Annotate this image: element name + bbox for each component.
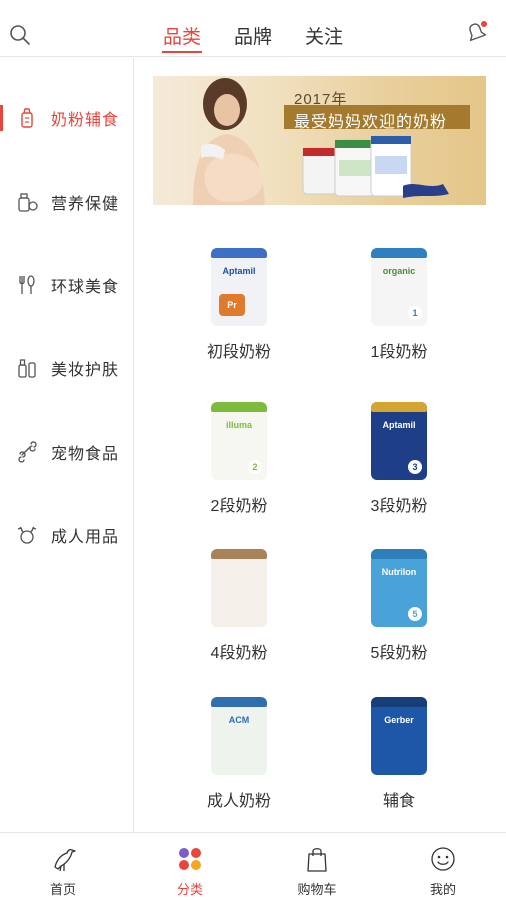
smiley-icon <box>431 847 455 871</box>
active-tab-indicator <box>162 51 202 53</box>
product-item[interactable]: Aptamil Pr 初段奶粉 <box>179 248 299 388</box>
product-item[interactable]: Nutrilon 5 5段奶粉 <box>339 549 459 689</box>
product-item[interactable]: 4段奶粉 <box>179 549 299 689</box>
product-brand: Nutrilon <box>381 567 417 577</box>
sidebar-item-label: 成人用品 <box>51 529 120 546</box>
sidebar-item-adult[interactable]: 成人用品 <box>0 510 133 560</box>
sidebar-item-label: 奶粉辅食 <box>51 112 120 129</box>
stage-badge: 1 <box>408 306 422 320</box>
product-brand: ACM <box>228 715 250 725</box>
category-dots-icon <box>179 848 201 870</box>
sidebar-item-label: 宠物食品 <box>51 446 120 463</box>
product-name: 2段奶粉 <box>210 498 268 515</box>
sidebar-item-label: 环球美食 <box>51 279 120 296</box>
sidebar-item-global-food[interactable]: 环球美食 <box>0 260 133 310</box>
product-name: 4段奶粉 <box>210 645 268 662</box>
fork-spoon-icon <box>19 275 35 294</box>
product-image: Gerber <box>371 697 427 775</box>
sidebar-item-milk-powder[interactable]: 奶粉辅食 <box>0 93 133 143</box>
supplement-icon <box>18 193 38 212</box>
product-name: 成人奶粉 <box>206 793 271 810</box>
banner-year: 2017年 <box>294 91 348 108</box>
tab-brand[interactable]: 品牌 <box>234 22 272 49</box>
product-name: 辅食 <box>382 793 415 810</box>
product-item[interactable]: Aptamil 3 3段奶粉 <box>339 402 459 542</box>
product-image <box>211 549 267 627</box>
product-brand: Aptamil <box>382 420 416 430</box>
product-item[interactable]: ACM 成人奶粉 <box>179 697 299 837</box>
product-name: 3段奶粉 <box>370 498 428 515</box>
nav-label: 分类 <box>176 882 203 897</box>
stage-badge: 3 <box>408 460 422 474</box>
sidebar-item-nutrition[interactable]: 营养保健 <box>0 177 133 227</box>
baby-bottle-icon <box>21 108 33 128</box>
product-brand: organic <box>382 266 416 276</box>
bone-icon <box>18 441 37 463</box>
product-name: 初段奶粉 <box>206 344 271 361</box>
product-item[interactable]: illuma 2 2段奶粉 <box>179 402 299 542</box>
product-image: Aptamil Pr <box>211 248 267 326</box>
product-name: 1段奶粉 <box>370 344 428 361</box>
product-brand: illuma <box>225 420 252 430</box>
nav-label: 我的 <box>429 882 456 897</box>
product-brand: Gerber <box>384 715 414 725</box>
product-image: illuma 2 <box>211 402 267 480</box>
product-image: Aptamil 3 <box>371 402 427 480</box>
nav-cart[interactable]: 购物车 <box>254 833 380 900</box>
gender-icon <box>17 526 37 544</box>
category-tabs: 品类 品牌 关注 <box>0 0 506 57</box>
product-image: Nutrilon 5 <box>371 549 427 627</box>
nav-profile[interactable]: 我的 <box>380 833 506 900</box>
sidebar-item-label: 美妆护肤 <box>51 362 120 379</box>
tab-following[interactable]: 关注 <box>305 22 343 49</box>
stage-badge: 5 <box>408 607 422 621</box>
category-sidebar: 奶粉辅食 营养保健 环球美食 美妆护肤 宠物食品 成人用品 <box>0 58 134 832</box>
promo-banner[interactable]: 2017年 最受妈妈欢迎的奶粉 <box>153 76 486 205</box>
nav-label: 首页 <box>49 882 76 897</box>
product-image: organic 1 <box>371 248 427 326</box>
product-item[interactable]: Gerber 辅食 <box>339 697 459 837</box>
nav-category[interactable]: 分类 <box>127 833 253 900</box>
product-name: 5段奶粉 <box>370 645 428 662</box>
top-bar: 品类 品牌 关注 <box>0 0 506 57</box>
stage-badge: 2 <box>248 460 262 474</box>
tab-category[interactable]: 品类 <box>163 22 201 49</box>
nav-home[interactable]: 首页 <box>0 833 126 900</box>
sidebar-item-beauty[interactable]: 美妆护肤 <box>0 343 133 393</box>
product-image: ACM <box>211 697 267 775</box>
bell-icon[interactable] <box>464 20 488 44</box>
sidebar-item-label: 营养保健 <box>51 196 120 213</box>
product-item[interactable]: organic 1 1段奶粉 <box>339 248 459 388</box>
bird-icon <box>54 848 76 872</box>
product-brand: Aptamil <box>222 266 256 276</box>
bottom-nav: 首页 分类 购物车 我的 <box>0 832 506 900</box>
banner-headline: 最受妈妈欢迎的奶粉 <box>294 114 448 131</box>
shopping-bag-icon <box>307 848 327 872</box>
stage-badge: Pr <box>219 294 245 316</box>
nav-label: 购物车 <box>297 882 337 897</box>
sidebar-item-pet-food[interactable]: 宠物食品 <box>0 427 133 477</box>
cosmetics-icon <box>18 359 36 378</box>
